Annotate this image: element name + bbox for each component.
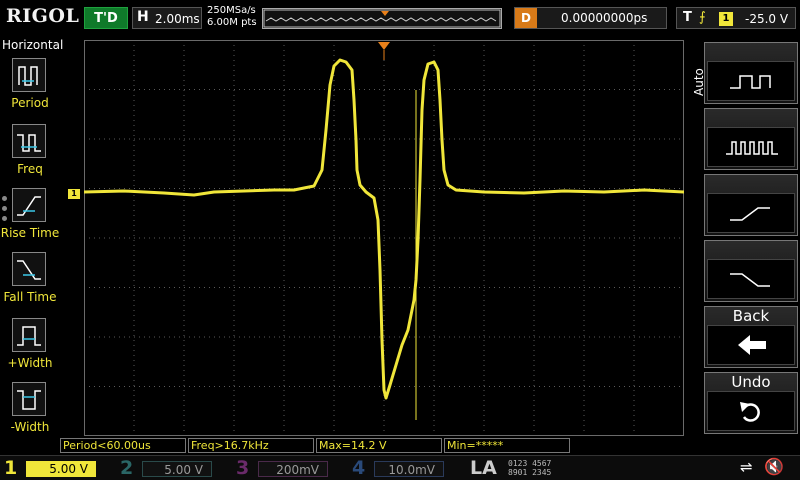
delay-value: 0.00000000ps bbox=[561, 11, 648, 25]
trigger-source-badge: 1 bbox=[719, 12, 733, 26]
rising-edge-icon bbox=[707, 193, 795, 233]
channel-4-scale: 10.0mV bbox=[374, 461, 444, 477]
memory-trigger-marker bbox=[381, 11, 389, 16]
period-icon bbox=[12, 58, 46, 92]
measure-menu: Horizontal Period Freq Rise Time Fall Ti… bbox=[0, 36, 64, 454]
measure-menu-title: Horizontal bbox=[2, 38, 64, 52]
trigger-level: -25.0 V bbox=[745, 12, 789, 26]
speaker-muted-icon[interactable]: 🔇 bbox=[764, 457, 784, 476]
timebase-value: 2.00ms bbox=[155, 12, 200, 26]
measure-max-result[interactable]: Max=14.2 V bbox=[316, 438, 442, 453]
la-label[interactable]: LA bbox=[470, 457, 497, 479]
la-bits-top: 0123 4567 bbox=[508, 459, 552, 468]
falling-edge-button[interactable] bbox=[704, 240, 798, 302]
la-bits-bottom: 8901 2345 bbox=[508, 468, 552, 477]
waveform-svg bbox=[83, 40, 694, 436]
timebase-box[interactable]: H 2.00ms bbox=[132, 7, 202, 29]
measure-min-result[interactable]: Min=***** bbox=[444, 438, 570, 453]
undo-icon bbox=[707, 391, 795, 431]
channel-status-bar: 1 5.00 V 2 5.00 V 3 200mV 4 10.0mV LA 01… bbox=[0, 455, 800, 480]
falling-edge-icon bbox=[707, 259, 795, 299]
measure-positive-width-button[interactable]: +Width bbox=[0, 318, 60, 382]
freq-icon bbox=[12, 124, 46, 158]
freq-label: Freq bbox=[17, 162, 43, 176]
measure-period-button[interactable]: Period bbox=[0, 58, 60, 122]
period-label: Period bbox=[11, 96, 49, 110]
measure-fall-time-button[interactable]: Fall Time bbox=[0, 252, 60, 316]
negative-width-label: -Width bbox=[10, 420, 50, 434]
measure-freq-button[interactable]: Freq bbox=[0, 124, 60, 188]
run-state-badge[interactable]: T'D bbox=[84, 7, 128, 29]
horizontal-label: H bbox=[137, 9, 149, 25]
pulse-train-button[interactable] bbox=[704, 108, 798, 170]
trigger-position-marker bbox=[378, 42, 390, 50]
measure-freq-result[interactable]: Freq>16.7kHz bbox=[188, 438, 314, 453]
brand-logo: RIGOL bbox=[6, 5, 80, 27]
channel-3-number: 3 bbox=[236, 457, 250, 479]
undo-button[interactable]: Undo bbox=[704, 372, 798, 434]
waveform-display[interactable] bbox=[83, 40, 694, 436]
back-button[interactable]: Back bbox=[704, 306, 798, 368]
measure-negative-width-button[interactable]: -Width bbox=[0, 382, 60, 446]
memory-waveform bbox=[263, 9, 501, 28]
measure-rise-time-button[interactable]: Rise Time bbox=[0, 188, 60, 252]
la-digital-bits: 0123 4567 8901 2345 bbox=[508, 459, 551, 477]
single-pulse-button[interactable] bbox=[704, 42, 798, 104]
acquisition-info: 250MSa/s 6.00M pts bbox=[207, 5, 257, 29]
channel-4-number: 4 bbox=[352, 457, 366, 479]
rising-edge-button[interactable] bbox=[704, 174, 798, 236]
channel-3-scale: 200mV bbox=[258, 461, 328, 477]
memory-depth: 6.00M pts bbox=[207, 17, 257, 28]
fall-time-label: Fall Time bbox=[3, 290, 57, 304]
measurement-results-bar: Period<60.00us Freq>16.7kHz Max=14.2 V M… bbox=[60, 438, 800, 454]
measure-period-result[interactable]: Period<60.00us bbox=[60, 438, 186, 453]
channel-2-number: 2 bbox=[120, 457, 134, 479]
pulse-train-icon bbox=[707, 127, 795, 167]
delay-label: D bbox=[515, 8, 537, 28]
usb-icon: ⇌ bbox=[740, 458, 753, 476]
channel-4-status[interactable]: 4 10.0mV bbox=[352, 457, 462, 480]
trigger-type-menu: Auto Back Undo bbox=[688, 36, 800, 454]
trigger-box[interactable]: T ⨍ 1 -25.0 V bbox=[676, 7, 796, 29]
undo-label: Undo bbox=[731, 373, 771, 391]
channel-1-number: 1 bbox=[4, 457, 18, 479]
channel-2-status[interactable]: 2 5.00 V bbox=[120, 457, 230, 480]
single-pulse-icon bbox=[707, 61, 795, 101]
back-label: Back bbox=[732, 307, 770, 325]
rise-time-label: Rise Time bbox=[0, 226, 60, 240]
positive-width-label: +Width bbox=[7, 356, 53, 370]
trigger-slope-icon: ⨍ bbox=[699, 10, 706, 25]
top-status-bar: RIGOL T'D H 2.00ms 250MSa/s 6.00M pts D … bbox=[0, 0, 800, 36]
trigger-label: T bbox=[683, 10, 692, 25]
positive-width-icon bbox=[12, 318, 46, 352]
rise-time-icon bbox=[12, 188, 46, 222]
ch1-offset-marker[interactable]: 1 bbox=[68, 189, 80, 199]
back-arrow-icon bbox=[707, 325, 795, 365]
delay-box[interactable]: D 0.00000000ps bbox=[514, 7, 667, 29]
sample-rate: 250MSa/s bbox=[207, 5, 256, 16]
negative-width-icon bbox=[12, 382, 46, 416]
fall-time-icon bbox=[12, 252, 46, 286]
channel-1-status[interactable]: 1 5.00 V bbox=[4, 457, 114, 480]
channel-1-scale: 5.00 V bbox=[26, 461, 96, 477]
memory-overview-bar[interactable] bbox=[262, 8, 502, 29]
channel-2-scale: 5.00 V bbox=[142, 461, 212, 477]
memory-wave-trace bbox=[265, 17, 497, 22]
channel-3-status[interactable]: 3 200mV bbox=[236, 457, 346, 480]
